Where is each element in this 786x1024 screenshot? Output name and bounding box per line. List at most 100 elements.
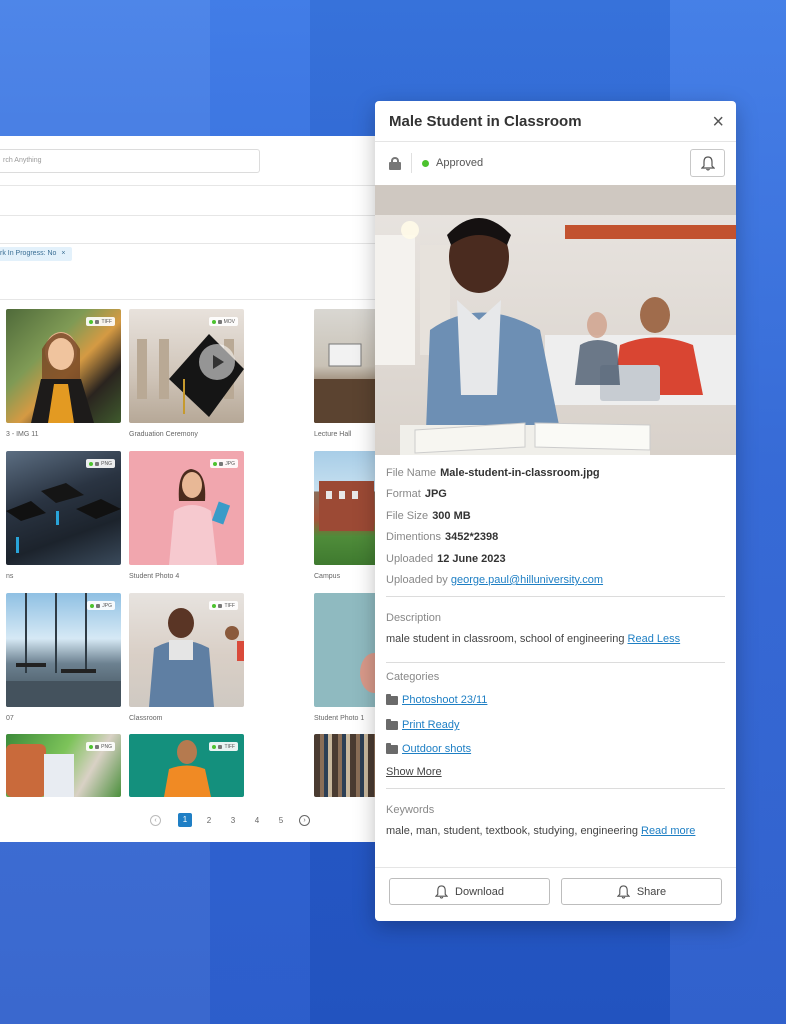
divider	[386, 788, 725, 789]
uploader-email-link[interactable]: george.paul@hilluniversity.com	[451, 574, 603, 586]
play-icon[interactable]	[199, 344, 235, 380]
asset-thumbnail[interactable]	[314, 451, 375, 565]
page-1[interactable]: 1	[178, 813, 192, 827]
category-item[interactable]: Photoshoot 23/11	[386, 693, 487, 706]
keywords-label: Keywords	[386, 804, 435, 816]
asset-thumbnail[interactable]: PNG	[6, 734, 121, 797]
filter-chip-label: rk In Progress: No	[0, 250, 57, 257]
file-size-label: File Size	[386, 509, 429, 522]
notify-button[interactable]	[690, 149, 725, 177]
read-less-link[interactable]: Read Less	[628, 633, 681, 645]
format-badge: TIFF	[209, 742, 238, 751]
uploaded-label: Uploaded	[386, 552, 434, 565]
cafeteria-image	[6, 593, 121, 707]
asset-caption: Student Photo 4	[129, 573, 180, 580]
asset-thumbnail[interactable]	[314, 309, 375, 423]
asset-thumbnail[interactable]: MOV	[129, 309, 244, 423]
description-text: male student in classroom, school of eng…	[386, 633, 726, 645]
asset-caption: Campus	[314, 573, 341, 580]
page-3[interactable]: 3	[221, 816, 245, 825]
category-link[interactable]: Print Ready	[402, 719, 459, 731]
asset-detail-modal: Male Student in Classroom × Approved Fil…	[375, 101, 736, 921]
file-name-label: File Name	[386, 467, 437, 479]
asset-thumbnail[interactable]: JPG	[129, 451, 244, 565]
keywords-text: male, man, student, textbook, studying, …	[386, 825, 726, 837]
close-icon[interactable]: ×	[712, 112, 724, 132]
lock-icon[interactable]	[389, 156, 401, 170]
asset-card[interactable]: JPG 07	[6, 593, 121, 722]
asset-thumbnail[interactable]: TIFF	[6, 309, 121, 423]
format-badge: TIFF	[209, 601, 238, 610]
page-2[interactable]: 2	[197, 816, 221, 825]
asset-caption: 07	[6, 715, 14, 722]
dimensions-value: 3452*2398	[445, 531, 499, 544]
folder-icon	[386, 742, 398, 754]
categories-label: Categories	[386, 671, 440, 683]
divider	[0, 243, 380, 244]
filter-chip[interactable]: rk In Progress: No ×	[0, 247, 72, 261]
format-badge: JPG	[87, 601, 115, 610]
asset-card[interactable]	[314, 734, 375, 797]
asset-card[interactable]: MOV Graduation Ceremony	[129, 309, 244, 438]
description-label: Description	[386, 612, 442, 624]
next-page-icon[interactable]: ›	[299, 814, 310, 826]
asset-card[interactable]: Campus	[314, 451, 375, 580]
format-badge: TIFF	[86, 317, 115, 326]
file-metadata: File Name Male-student-in-classroom.jpg F…	[386, 467, 603, 595]
page-5[interactable]: 5	[269, 816, 293, 825]
status-row: Approved	[389, 153, 483, 173]
graduate-woman-image	[31, 332, 94, 423]
divider	[386, 596, 725, 597]
divider	[0, 299, 380, 300]
asset-thumbnail[interactable]: JPG	[6, 593, 121, 707]
read-more-link[interactable]: Read more	[641, 825, 695, 837]
download-label: Download	[455, 885, 504, 898]
pagination: ‹ 1 2 3 4 5 ›	[150, 813, 310, 827]
modal-title: Male Student in Classroom	[389, 113, 582, 130]
file-size-value: 300 MB	[432, 509, 471, 522]
category-link[interactable]: Outdoor shots	[402, 743, 471, 755]
asset-card[interactable]: TIFF Classroom	[129, 593, 244, 722]
asset-card[interactable]: Lecture Hall	[314, 309, 375, 438]
asset-caption: Classroom	[129, 715, 163, 722]
format-badge: JPG	[210, 459, 238, 468]
download-button[interactable]: Download	[389, 878, 550, 905]
folder-icon	[386, 693, 398, 705]
asset-card[interactable]: Student Photo 1	[314, 593, 375, 722]
format-badge: PNG	[86, 459, 115, 468]
show-more-link[interactable]: Show More	[386, 766, 442, 778]
asset-thumbnail[interactable]	[314, 734, 375, 797]
lecture-hall-image	[314, 343, 375, 423]
asset-thumbnail[interactable]	[314, 593, 375, 707]
close-icon[interactable]: ×	[61, 250, 65, 261]
divider	[0, 185, 380, 186]
share-label: Share	[636, 885, 667, 898]
asset-thumbnail[interactable]: TIFF	[129, 734, 244, 797]
share-button[interactable]: Share	[561, 878, 722, 905]
divider	[375, 141, 736, 142]
asset-card[interactable]: JPG Student Photo 4	[129, 451, 244, 580]
asset-card[interactable]: TIFF 3 - IMG 11	[6, 309, 121, 438]
asset-thumbnail[interactable]: TIFF	[129, 593, 244, 707]
asset-card[interactable]: PNG	[6, 734, 121, 797]
divider	[0, 215, 380, 216]
category-link[interactable]: Photoshoot 23/11	[402, 694, 487, 706]
divider	[411, 153, 412, 173]
asset-caption: Student Photo 1	[314, 715, 365, 722]
search-input[interactable]: rch Anything	[0, 149, 260, 173]
prev-page-icon[interactable]: ‹	[150, 814, 161, 826]
category-item[interactable]: Outdoor shots	[386, 742, 471, 755]
category-item[interactable]: Print Ready	[386, 718, 459, 731]
student-woman-pink-image	[169, 469, 231, 565]
asset-card[interactable]: TIFF	[129, 734, 244, 797]
asset-thumbnail[interactable]: PNG	[6, 451, 121, 565]
bell-icon	[700, 155, 715, 171]
page-4[interactable]: 4	[245, 816, 269, 825]
asset-preview-image[interactable]	[375, 185, 736, 455]
asset-caption: 3 - IMG 11	[6, 431, 39, 438]
asset-caption: Graduation Ceremony	[129, 431, 198, 438]
dimensions-label: Dimentions	[386, 531, 442, 544]
bell-icon	[435, 884, 449, 899]
campus-building-image	[319, 481, 374, 531]
asset-card[interactable]: PNG ns	[6, 451, 121, 580]
